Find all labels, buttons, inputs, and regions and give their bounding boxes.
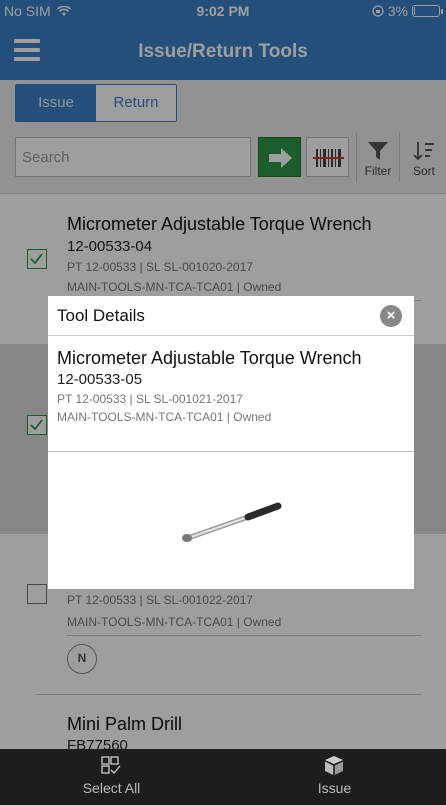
torque-wrench-image	[182, 502, 282, 542]
dialog-divider	[48, 451, 414, 452]
bottom-tab-bar: Select All Issue	[0, 749, 446, 805]
tool-number: 12-00533-05	[57, 371, 143, 388]
tool-name: Micrometer Adjustable Torque Wrench	[57, 348, 362, 368]
close-icon[interactable]: ×	[380, 305, 402, 327]
issue-button[interactable]: Issue	[223, 749, 446, 805]
tool-location: MAIN-TOOLS-MN-TCA-TCA01 | Owned	[57, 410, 272, 424]
package-icon	[325, 756, 343, 775]
tool-details-dialog: Tool Details × Micrometer Adjustable Tor…	[48, 296, 414, 589]
issue-label: Issue	[317, 780, 352, 796]
select-all-label: Select All	[82, 780, 141, 796]
dialog-title: Tool Details	[57, 306, 145, 325]
tool-meta: PT 12-00533 | SL SL-001021-2017	[57, 392, 243, 406]
select-all-button[interactable]: Select All	[0, 749, 223, 805]
dialog-header: Tool Details ×	[48, 296, 414, 336]
